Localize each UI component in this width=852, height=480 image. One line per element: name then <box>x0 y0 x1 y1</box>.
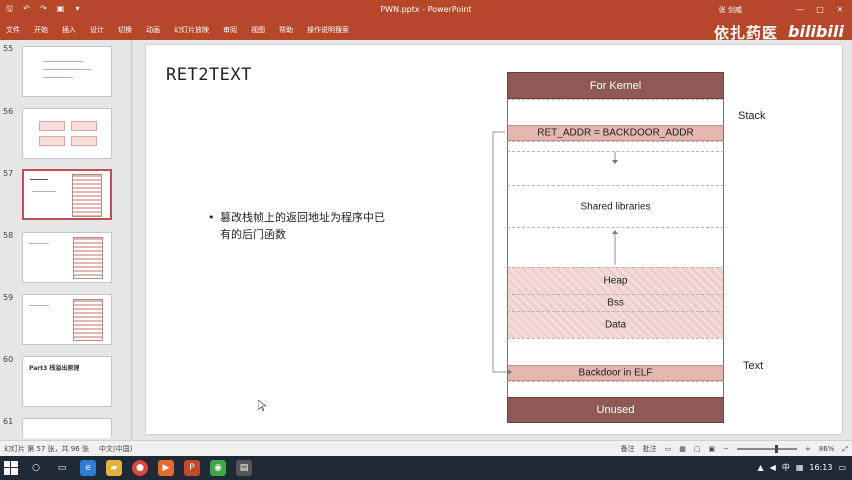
user-name[interactable]: 张 剑威 <box>719 5 742 15</box>
slide-title[interactable]: RET2TEXT <box>166 65 252 85</box>
slide-sorter-icon[interactable]: ▦ <box>679 445 686 453</box>
slide-thumbnail-60[interactable]: Part3 栈溢出原理 <box>22 356 112 407</box>
jump-arrow-head <box>507 369 512 375</box>
zoom-slider[interactable] <box>736 445 797 453</box>
chrome-icon[interactable]: ● <box>132 460 148 476</box>
bullet-content: 篡改栈帧上的返回地址为程序中已有的后门函数 <box>220 211 385 241</box>
svg-text:bilibili: bilibili <box>788 22 844 41</box>
file-explorer-icon[interactable]: ▰ <box>106 460 122 476</box>
bullet-dot: • <box>208 211 215 224</box>
zoom-in-icon[interactable]: + <box>805 445 811 453</box>
reading-view-icon[interactable]: ▢ <box>694 445 701 453</box>
fit-to-window-icon[interactable]: ⤢ <box>842 445 848 454</box>
normal-view-icon[interactable]: ▭ <box>665 445 672 453</box>
app-icon[interactable]: ▤ <box>236 460 252 476</box>
tab-design[interactable]: 设计 <box>90 25 104 35</box>
slide-thumbnail-56[interactable] <box>22 108 112 159</box>
jump-arrow <box>492 131 507 373</box>
minimize-button[interactable]: — <box>790 2 810 17</box>
title-bar: 🖫 ↶ ↷ ▣ ▾ PWN.pptx - PowerPoint 张 剑威 — □… <box>0 0 852 20</box>
tab-animations[interactable]: 动画 <box>146 25 160 35</box>
network-icon[interactable]: ▲ <box>758 463 764 472</box>
language-indicator[interactable]: 中文(中国) <box>99 444 132 454</box>
tab-help[interactable]: 帮助 <box>279 25 293 35</box>
thumb-number: 55 <box>3 44 14 53</box>
comments-button[interactable]: 批注 <box>643 444 657 454</box>
bilibili-logo: bilibili <box>788 22 844 41</box>
slide-thumbnail-61[interactable] <box>22 418 112 438</box>
slide-canvas[interactable]: RET2TEXT • 篡改栈帧上的返回地址为程序中已有的后门函数 For Ker… <box>146 45 842 434</box>
media-player-icon[interactable]: ▶ <box>158 460 174 476</box>
tell-me-search[interactable]: 操作说明搜索 <box>307 25 349 35</box>
thumb-number: 58 <box>3 231 14 240</box>
tab-insert[interactable]: 插入 <box>62 25 76 35</box>
notification-icon[interactable]: ▭ <box>838 463 846 472</box>
zoom-level[interactable]: 86% <box>819 445 835 453</box>
search-icon[interactable]: ○ <box>28 460 44 476</box>
slide-thumbnail-pane: 55 56 57 58 59 60 Part3 栈溢出原理 61 <box>0 40 132 440</box>
close-button[interactable]: ✕ <box>830 2 850 17</box>
slideshow-icon[interactable]: ▣ <box>708 445 715 453</box>
slide-thumbnail-57[interactable] <box>22 169 112 220</box>
status-bar: 幻灯片 第 57 张，共 96 张 中文(中国) 备注 批注 ▭ ▦ ▢ ▣ −… <box>0 440 852 456</box>
thumb-title: Part3 栈溢出原理 <box>29 365 80 372</box>
slide-thumbnail-58[interactable] <box>22 232 112 283</box>
thumb-number: 59 <box>3 293 14 302</box>
stack-grow-arrow-head <box>612 160 618 164</box>
window-controls: — □ ✕ <box>790 2 850 17</box>
tab-file[interactable]: 文件 <box>6 25 20 35</box>
powerpoint-window: 🖫 ↶ ↷ ▣ ▾ PWN.pptx - PowerPoint 张 剑威 — □… <box>0 0 852 480</box>
volume-icon[interactable]: ◀ <box>770 463 776 472</box>
stack-label: Stack <box>738 110 766 122</box>
notes-button[interactable]: 备注 <box>621 444 635 454</box>
thumb-number: 61 <box>3 417 14 426</box>
heap-grow-arrow-head <box>612 230 618 234</box>
text-label: Text <box>743 360 764 372</box>
input-method-icon[interactable]: ▦ <box>796 463 804 472</box>
windows-start-icon[interactable] <box>4 461 18 475</box>
tab-transitions[interactable]: 切换 <box>118 25 132 35</box>
tab-review[interactable]: 审阅 <box>223 25 237 35</box>
thumb-number: 57 <box>3 169 14 178</box>
wechat-icon[interactable]: ◉ <box>210 460 226 476</box>
powerpoint-taskbar-icon[interactable]: P <box>184 460 200 476</box>
diagram-arrows <box>492 131 618 375</box>
zoom-out-icon[interactable]: − <box>723 445 729 453</box>
edge-icon[interactable]: e <box>80 460 96 476</box>
tab-home[interactable]: 开始 <box>34 25 48 35</box>
ime-indicator[interactable]: 中 <box>782 462 790 473</box>
clock[interactable]: 16:13 <box>809 463 832 472</box>
windows-taskbar: ○ ▭ e ▰ ● ▶ P ◉ ▤ ▲ ◀ 中 ▦ 16:13 ▭ <box>0 456 852 480</box>
task-view-icon[interactable]: ▭ <box>54 460 70 476</box>
slide-workspace: RET2TEXT • 篡改栈帧上的返回地址为程序中已有的后门函数 For Ker… <box>133 40 852 440</box>
maximize-button[interactable]: □ <box>810 2 830 17</box>
slide-thumbnail-59[interactable] <box>22 294 112 345</box>
thumb-number: 60 <box>3 355 14 364</box>
slide-thumbnail-55[interactable] <box>22 46 112 97</box>
tab-view[interactable]: 视图 <box>251 25 265 35</box>
slide-counter[interactable]: 幻灯片 第 57 张，共 96 张 <box>4 444 89 454</box>
tab-slideshow[interactable]: 幻灯片放映 <box>174 25 209 35</box>
mouse-cursor-icon <box>258 400 266 412</box>
thumb-number: 56 <box>3 107 14 116</box>
bullet-text[interactable]: • 篡改栈帧上的返回地址为程序中已有的后门函数 <box>208 209 390 243</box>
system-tray: ▲ ◀ 中 ▦ 16:13 ▭ <box>758 462 847 473</box>
